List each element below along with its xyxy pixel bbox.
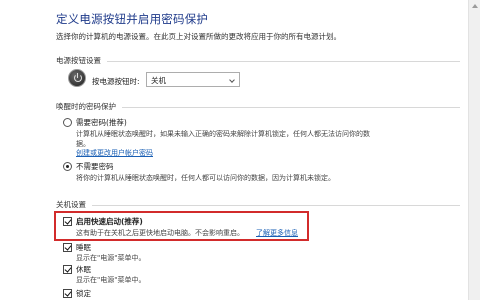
chevron-down-icon — [229, 77, 235, 83]
section-label: 电源按钮设置 — [56, 55, 107, 66]
hibernate-checkbox[interactable] — [63, 265, 72, 274]
highlight-box — [54, 211, 309, 241]
require-password-label[interactable]: 需要密码(推荐) — [76, 117, 127, 128]
sleep-label[interactable]: 睡眠 — [76, 242, 91, 253]
create-password-link[interactable]: 创建或更改用户帐户密码 — [76, 148, 153, 158]
page-title: 定义电源按钮并启用密码保护 — [56, 12, 209, 26]
hibernate-label[interactable]: 休眠 — [76, 264, 91, 275]
section-power-button: 电源按钮设置 — [56, 55, 460, 66]
section-shutdown: 关机设置 — [56, 199, 460, 210]
select-value: 关机 — [151, 76, 166, 85]
lock-checkbox[interactable] — [63, 289, 72, 298]
section-label: 关机设置 — [56, 199, 92, 210]
power-button-icon — [68, 69, 86, 87]
section-divider — [56, 61, 460, 62]
sleep-desc: 显示在"电源"菜单中。 — [76, 254, 146, 262]
page-description: 选择你的计算机的电源设置。在此页上对设置所做的更改将应用于你的所有电源计划。 — [56, 32, 341, 41]
power-button-action-select[interactable]: 关机 — [146, 72, 240, 87]
lock-label[interactable]: 锁定 — [76, 288, 91, 299]
section-divider — [56, 205, 460, 206]
section-label: 唤醒时的密码保护 — [56, 101, 122, 112]
no-password-radio[interactable] — [63, 162, 72, 171]
hibernate-desc: 显示在"电源"菜单中。 — [76, 276, 146, 284]
require-password-radio[interactable] — [63, 118, 72, 127]
no-password-label[interactable]: 不需要密码 — [76, 161, 114, 172]
no-password-desc: 将你的计算机从睡眠状态唤醒时，任何人都可以访问你的数据，因为计算机未锁定。 — [76, 174, 335, 182]
power-button-label: 按电源按钮时: — [92, 77, 140, 86]
section-wake-password: 唤醒时的密码保护 — [56, 101, 460, 112]
sleep-checkbox[interactable] — [63, 243, 72, 252]
require-password-desc: 计算机从睡眠状态唤醒时，如果未输入正确的密码来解除计算机锁定，任何人都无法访问你… — [76, 130, 370, 138]
vertical-scrollbar[interactable] — [468, 0, 480, 300]
scroll-up-icon[interactable] — [472, 4, 478, 8]
